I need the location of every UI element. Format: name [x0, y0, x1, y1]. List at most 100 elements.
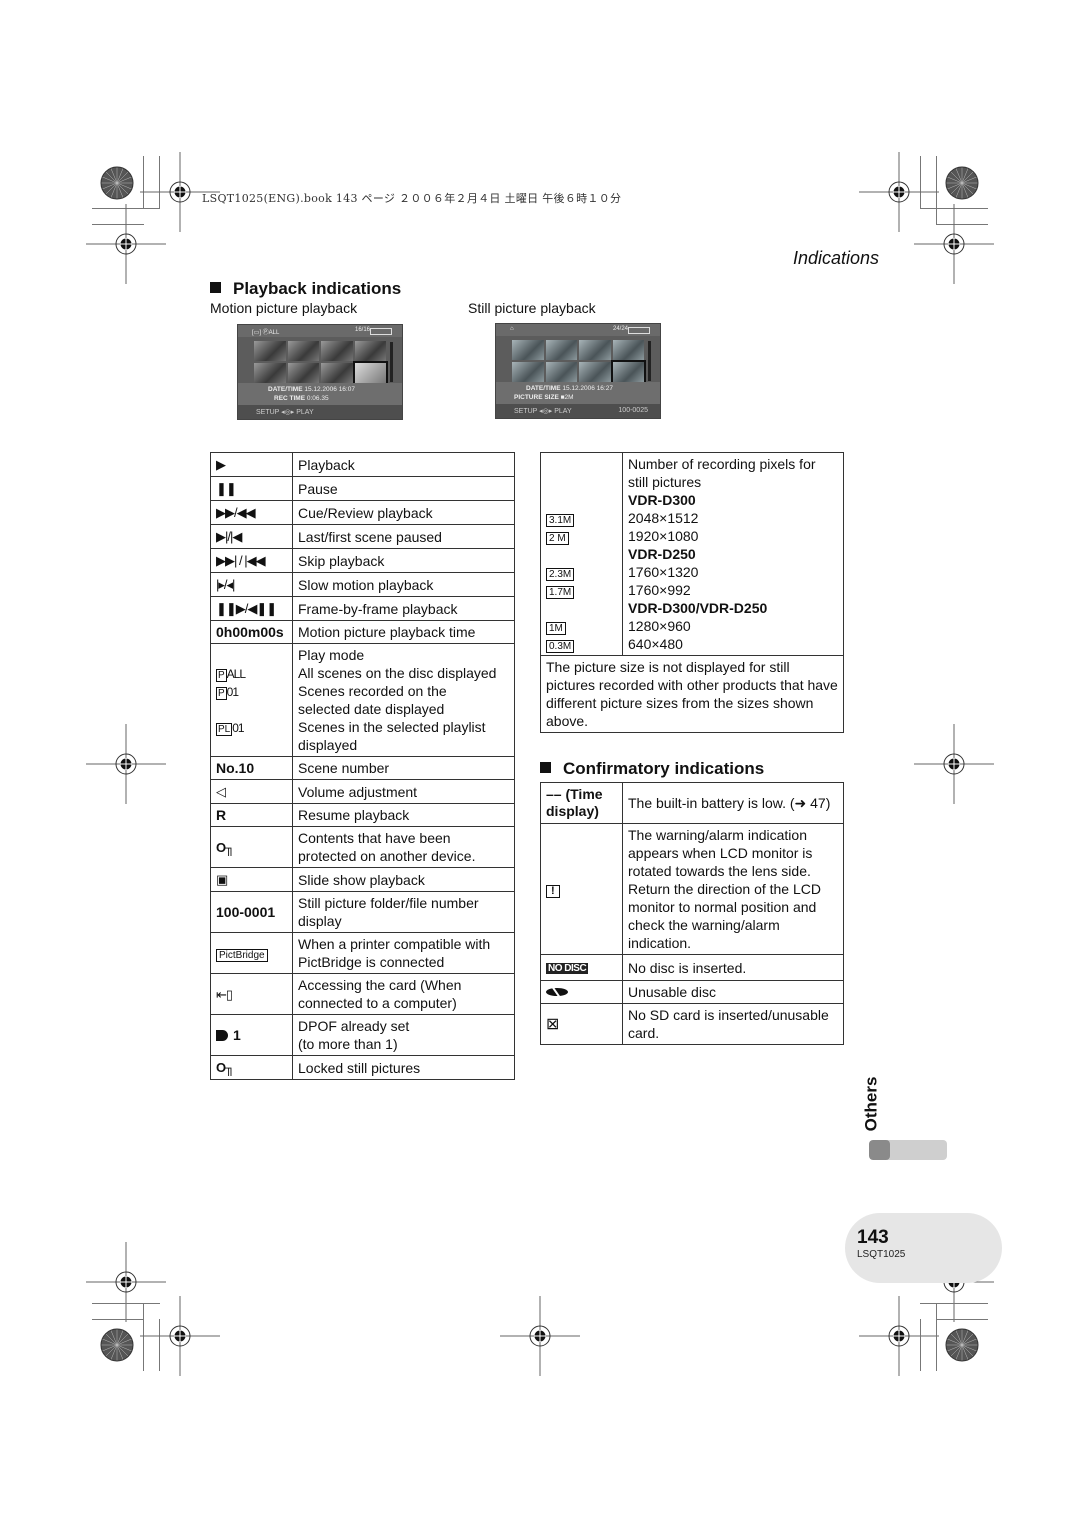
info-value: 15.12.2006 16:07 — [304, 386, 355, 393]
registration-rosette — [100, 166, 134, 200]
slideshow-icon: ▣ — [216, 872, 228, 887]
volume-icon: ◁ — [216, 784, 226, 799]
chapter-tab: Others — [861, 1072, 888, 1132]
thumbnail-grid — [254, 341, 388, 385]
table-row: ▣ Slide show playback — [210, 867, 515, 892]
row-description: Last/first scene paused — [292, 524, 515, 549]
cue-review-icon: ▶▶/◀◀ — [216, 505, 256, 520]
crop-line — [920, 1319, 921, 1371]
dpof-icon — [216, 1030, 228, 1041]
slow-motion-icon: |▸/◂| — [216, 577, 235, 592]
thumbnail — [545, 340, 577, 360]
chapter-tab-label: Others — [861, 1076, 881, 1132]
thumbnail — [321, 363, 353, 383]
key-protect-icon: O╖ — [216, 839, 234, 855]
row-description: The built-in battery is low. (➜ 47) — [622, 782, 844, 824]
row-description-line: Scenes in the selected playlist — [298, 719, 486, 735]
registration-mark — [500, 1296, 580, 1376]
info-label: DATE/TIME — [268, 386, 303, 393]
table-row: O╖ Locked still pictures — [210, 1055, 515, 1080]
still-playback-screen: ⌂ 24/24 DATE/TIME 15.12.2006 16:27 PICTUR… — [495, 323, 661, 419]
thumbnail — [254, 363, 286, 383]
row-description: Contents that have been protected on ano… — [292, 826, 515, 868]
row-description: When a printer compatible with PictBridg… — [292, 932, 515, 974]
pixel-size: 640×480 — [628, 636, 683, 652]
unusable-disc-icon — [546, 986, 568, 998]
table-row: Unusable disc — [540, 980, 844, 1004]
registration-mark — [859, 1296, 939, 1376]
registration-mark — [86, 204, 166, 284]
battery-icon — [628, 327, 650, 334]
crop-line — [936, 1303, 937, 1371]
row-description: Unusable disc — [622, 980, 844, 1004]
row-description: Playback — [292, 452, 515, 477]
table-row: 0h00m00s Motion picture playback time — [210, 620, 515, 644]
thumbnail-grid — [512, 340, 646, 384]
table-header-line: still pictures — [628, 474, 702, 490]
row-description: No SD card is inserted/unusable card. — [622, 1003, 844, 1045]
playback-time-symbol: 0h00m00s — [210, 620, 293, 644]
registration-mark — [86, 724, 166, 804]
play-icon: ▶ — [216, 457, 226, 472]
size-badge-icon: 1M — [546, 622, 566, 635]
pixel-size: 1760×992 — [628, 582, 691, 598]
table-row: ⊠ No SD card is inserted/unusable card. — [540, 1003, 844, 1045]
thumbnail — [545, 362, 577, 382]
no-sd-card-icon: ⊠ — [546, 1015, 559, 1033]
thumbnail — [254, 341, 286, 361]
table-row: ! The warning/alarm indication appears wh… — [540, 823, 844, 955]
table-row: –– (Time display) The built-in battery is… — [540, 782, 844, 824]
info-value: 15.12.2006 16:27 — [562, 385, 613, 392]
motion-caption: Motion picture playback — [210, 300, 358, 316]
scrollbar — [390, 342, 393, 382]
model-name: VDR-D300/VDR-D250 — [628, 600, 768, 616]
section-title-playback: Playback indications — [210, 279, 401, 299]
table-row: 3.1M 2 M 2.3M 1.7M 1M 0.3M Number of rec… — [540, 452, 844, 656]
table-row: |▸/◂| Slow motion playback — [210, 572, 515, 597]
file-number-symbol: 100-0001 — [210, 891, 293, 933]
thumbnail — [579, 362, 611, 382]
registration-mark — [914, 724, 994, 804]
row-description-line: displayed — [298, 737, 358, 753]
frame-by-frame-icon: ❚❚▶/◀❚❚ — [216, 601, 277, 616]
camera-mode-icon: ⌂ — [510, 326, 514, 332]
thumbnail — [579, 340, 611, 360]
table-row: PictBridge When a printer compatible with… — [210, 932, 515, 974]
size-badge-icon: 0.3M — [546, 640, 575, 653]
screen-counter: 16/16 — [354, 327, 370, 333]
table-row: ❚❚▶/◀❚❚ Frame-by-frame playback — [210, 596, 515, 621]
thumbnail — [321, 341, 353, 361]
info-value: ■2M — [560, 394, 574, 401]
table-row: 1 DPOF already set (to more than 1) — [210, 1014, 515, 1056]
warning-alarm-icon: ! — [546, 885, 560, 898]
play-mode-icon: P — [216, 669, 227, 682]
row-description: Slide show playback — [292, 867, 515, 892]
row-description: Still picture folder/file number display — [292, 891, 515, 933]
row-description-line: DPOF already set — [298, 1018, 410, 1034]
registration-rosette — [100, 1328, 134, 1362]
row-description-line: All scenes on the disc displayed — [298, 665, 497, 681]
pixel-size: 2048×1512 — [628, 510, 699, 526]
table-row: 100-0001 Still picture folder/file number… — [210, 891, 515, 933]
thumbnail — [287, 363, 319, 383]
picture-size-table: 3.1M 2 M 2.3M 1.7M 1M 0.3M Number of rec… — [540, 452, 844, 733]
model-name: VDR-D300 — [628, 492, 696, 508]
chapter-progress-fill — [869, 1140, 891, 1160]
lock-icon: O╖ — [216, 1060, 234, 1075]
row-description-line: Scenes recorded on the — [298, 683, 447, 699]
motion-playback-screen: [▭] ⓅALL 16/16 DATE/TIME 15.12.2006 16:07… — [237, 324, 403, 420]
thumbnail — [512, 362, 544, 382]
row-description-line: Play mode — [298, 647, 365, 663]
play-mode-icon: P — [216, 687, 227, 700]
scrollbar — [648, 341, 651, 381]
screen-mode-indicator: [▭] ⓅALL — [252, 330, 280, 336]
thumbnail — [354, 341, 386, 361]
table-row: ❚❚ Pause — [210, 476, 515, 501]
table-row: O╖ Contents that have been protected on a… — [210, 826, 515, 868]
battery-icon — [370, 328, 392, 335]
thumbnail — [512, 340, 544, 360]
row-description: Volume adjustment — [292, 779, 515, 804]
running-head: Indications — [793, 248, 880, 268]
scene-number-symbol: No.10 — [210, 756, 293, 780]
info-label: DATE/TIME — [526, 385, 561, 392]
